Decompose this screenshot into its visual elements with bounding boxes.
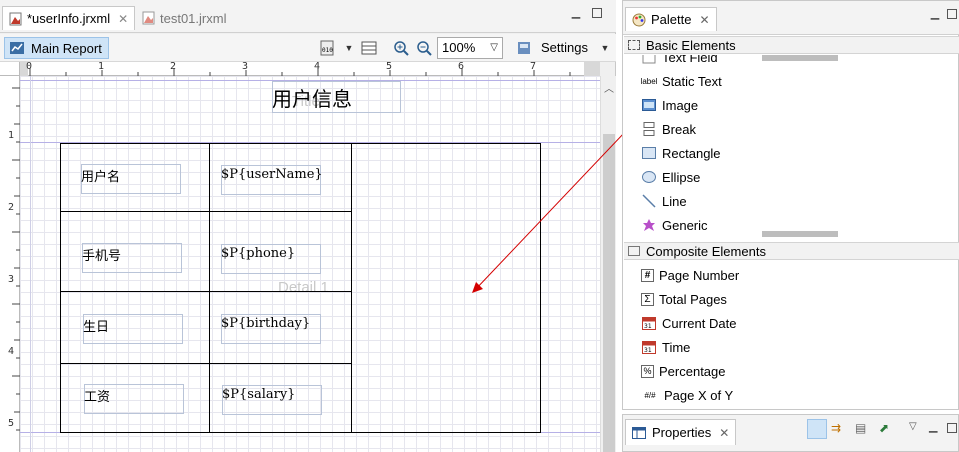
group-marquee-icon [628,40,640,50]
properties-icon [632,426,646,440]
tree-view-icon[interactable] [807,419,827,439]
palette-item-ellipse[interactable]: Ellipse [641,167,700,187]
palette-panel: Palette ✕ ▁ Basic Elements Text Field la… [622,0,959,410]
palette-tab-bar: Palette ✕ ▁ [623,1,959,35]
group-composite-elements[interactable]: Composite Elements [624,242,959,260]
close-icon[interactable]: ✕ [699,13,709,27]
scroll-down-indicator[interactable] [762,231,838,237]
generic-icon [641,217,657,233]
item-label: Static Text [662,73,722,89]
maximize-icon[interactable] [947,9,957,19]
item-label: Break [662,121,696,137]
advanced-properties-icon[interactable]: ⇉ [831,421,849,439]
group-label: Basic Elements [646,37,736,53]
item-label: Line [662,193,687,209]
item-label: Current Date [662,315,737,331]
item-label: Total Pages [659,291,727,307]
palette-item-page-x-of-y[interactable]: #/# Page X of Y [641,385,733,405]
palette-item-total-pages[interactable]: Σ Total Pages [641,289,727,309]
item-label: Page X of Y [664,387,734,403]
export-icon[interactable]: ⬈ [879,421,897,439]
tab-label: Palette [651,12,692,27]
maximize-icon[interactable] [947,423,957,433]
page-x-of-y-icon: #/# [644,390,656,400]
hash-icon: # [641,268,654,282]
rectangle-icon [641,145,657,161]
item-label: Image [662,97,699,113]
minimize-icon[interactable]: ▁ [929,420,941,433]
static-text-icon: label [640,76,658,86]
ellipse-icon [641,169,657,185]
palette-item-line[interactable]: Line [641,191,687,211]
item-label: Generic [662,217,708,233]
palette-item-text-field[interactable]: Text Field [641,55,718,67]
text-field-icon [641,55,657,65]
properties-panel: Properties ✕ ⇉ ▤ ⬈ ▽ ▁ [622,414,959,452]
item-label: Percentage [659,363,726,379]
palette-item-rectangle[interactable]: Rectangle [641,143,721,163]
item-label: Rectangle [662,145,721,161]
group-basic-elements[interactable]: Basic Elements [624,36,959,54]
close-icon[interactable]: ✕ [719,426,729,440]
view-menu-icon[interactable]: ▽ [909,421,921,433]
basic-elements-list: Text Field label Static Text Image Break… [623,55,959,235]
calendar-icon: 31 [641,315,657,331]
palette-item-generic[interactable]: Generic [641,215,708,235]
group-label: Composite Elements [646,243,766,259]
tab-palette[interactable]: Palette ✕ [625,7,717,31]
tab-properties[interactable]: Properties ✕ [625,419,737,445]
item-label: Text Field [662,55,718,65]
composite-group-icon [628,246,640,256]
palette-item-time[interactable]: 31 Time [641,337,690,357]
break-icon [641,121,657,137]
palette-item-percentage[interactable]: % Percentage [641,361,726,381]
item-label: Ellipse [662,169,701,185]
item-label: Page Number [659,267,740,283]
palette-item-image[interactable]: Image [641,95,698,115]
minimize-icon[interactable]: ▁ [929,9,941,21]
line-icon [641,193,657,209]
svg-text:31: 31 [644,323,652,330]
sigma-icon: Σ [641,292,654,306]
percent-icon: % [641,364,654,378]
image-icon [641,97,657,113]
calendar-time-icon: 31 [641,339,657,355]
palette-item-page-number[interactable]: # Page Number [641,265,739,285]
tab-label: Properties [652,425,712,440]
palette-item-static-text[interactable]: label Static Text [641,71,722,91]
palette-item-current-date[interactable]: 31 Current Date [641,313,736,333]
item-label: Time [662,339,691,355]
svg-text:31: 31 [644,347,652,354]
palette-item-break[interactable]: Break [641,119,696,139]
palette-icon [632,13,646,27]
filter-icon[interactable]: ▤ [855,421,873,439]
